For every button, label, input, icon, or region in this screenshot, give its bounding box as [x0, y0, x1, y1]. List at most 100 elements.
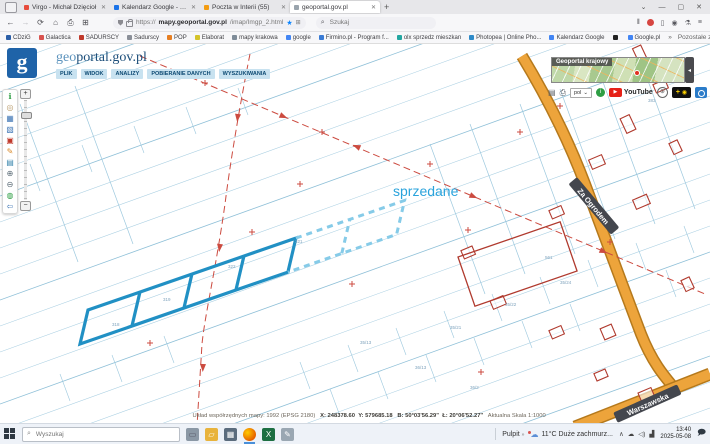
back-icon[interactable]: ← [5, 18, 16, 27]
language-select[interactable]: pol ⌄ [569, 87, 592, 98]
zoom-out-icon[interactable]: ⊖ [4, 179, 16, 190]
bookmark-item[interactable]: mapy krakowa [232, 35, 278, 41]
overview-collapse-button[interactable]: ◂ [685, 57, 694, 83]
geoportal-logo[interactable]: g [7, 48, 37, 78]
menu-widok[interactable]: WIDOK [80, 69, 108, 79]
layers-icon[interactable]: ▤ [4, 157, 16, 168]
bookmark-item[interactable]: SADURSCY [78, 35, 119, 41]
account-icon[interactable]: ◉ [672, 19, 678, 27]
print-map-icon[interactable]: ▣ [4, 135, 16, 146]
bookmarks-overflow-icon[interactable]: » [668, 34, 672, 41]
select-features-icon[interactable]: ▧ [4, 124, 16, 135]
highlighted-parcels[interactable] [77, 198, 407, 347]
zoom-track[interactable] [21, 100, 32, 200]
bookmark-item[interactable]: google [285, 35, 311, 41]
tab-calendar[interactable]: Kalendarz Google - Tydzień, w... ✕ [110, 1, 200, 13]
menu-pobieranie-danych[interactable]: POBIERANIE DANYCH [147, 69, 215, 79]
onedrive-icon[interactable]: ☁ [628, 430, 635, 438]
map-canvas[interactable]: Za Ogrodem Warszawska sprzedane 31831932… [0, 44, 710, 423]
wcag-globe-icon[interactable]: ⊕ [656, 87, 668, 98]
tab-interia[interactable]: Poczta w Interii (55) ✕ [200, 1, 290, 13]
tab-close-icon[interactable]: ✕ [101, 4, 106, 11]
panel-icon[interactable]: ▤ [548, 88, 556, 97]
search-bar[interactable]: ⌕ [315, 16, 436, 29]
zoom-in-button[interactable]: + [20, 89, 31, 99]
forward-icon[interactable]: → [20, 18, 31, 27]
youtube-link[interactable]: ▶ YouTube [608, 88, 653, 97]
menu-plik[interactable]: PLIK [56, 69, 77, 79]
volume-icon[interactable]: ◁) [638, 430, 645, 438]
search-input[interactable] [327, 18, 412, 27]
bookmark-item[interactable]: olx sprzedz mieszkan [396, 35, 461, 41]
app-menu-icon[interactable]: ≡ [698, 19, 702, 26]
bookmark-star-icon[interactable]: ★ [286, 19, 292, 27]
printer-icon[interactable]: ⎙ [560, 88, 566, 98]
previous-view-icon[interactable]: ⇦ [4, 201, 16, 212]
network-icon[interactable]: ▟ [649, 430, 654, 438]
menu-wyszukiwania[interactable]: WYSZUKIWANIA [218, 69, 271, 79]
calculator-icon[interactable]: ▦ [224, 427, 237, 441]
bookmark-item[interactable]: POP [167, 35, 187, 41]
bookmark-item[interactable]: Kalendarz Google [549, 35, 605, 41]
extension-lines-icon[interactable]: ⦀ [637, 19, 640, 27]
accessibility-contrast-button[interactable]: + ◉ [671, 87, 692, 98]
zoom-handle[interactable] [21, 112, 32, 119]
tab-geoportal-active[interactable]: geoportal.gov.pl ✕ [290, 1, 380, 13]
firefox-view-icon[interactable] [5, 1, 17, 13]
start-button[interactable] [4, 428, 16, 440]
desktop-toolbar[interactable]: Pulpit » [502, 431, 524, 438]
weather-widget[interactable]: ☁ 11°C Duże zachmurz... [528, 430, 613, 439]
extension-red-icon[interactable] [646, 19, 654, 26]
draw-icon[interactable]: ✎ [4, 146, 16, 157]
bookmark-item[interactable]: Firmino.pl - Program f... [318, 35, 389, 41]
overview-map[interactable]: Geoportal krajowy [551, 57, 685, 83]
bookmark-item[interactable] [612, 35, 620, 40]
other-bookmarks[interactable]: Pozostałe zakładki [678, 34, 710, 41]
tab-virgo[interactable]: Virgo - Michał Dzięcioł ✕ [20, 1, 110, 13]
bookmark-item[interactable]: Elaborat [194, 35, 224, 41]
taskbar-clock[interactable]: 13:40 2025-05-08 [660, 427, 691, 442]
tab-close-icon[interactable]: ✕ [191, 4, 196, 11]
zoom-out-button[interactable]: − [20, 201, 31, 211]
bookmark-item[interactable]: Google.pl [627, 35, 660, 41]
tab-list-dropdown-icon[interactable]: ⌄ [641, 3, 647, 11]
bookmark-item[interactable]: Galactica [38, 35, 71, 41]
task-view-icon[interactable]: ▭ [186, 427, 199, 441]
hidden-icons-chevron[interactable]: ∧ [619, 430, 624, 438]
info-icon[interactable]: ℹ [4, 91, 16, 102]
highlighted-parcels-pending[interactable] [287, 198, 407, 274]
minimize-button[interactable]: — [659, 4, 666, 11]
save-to-pocket-icon[interactable]: ⊞ [296, 19, 301, 26]
file-explorer-icon[interactable]: ▱ [205, 427, 218, 441]
shield-icon[interactable] [118, 19, 123, 26]
close-button[interactable]: ✕ [696, 3, 702, 11]
menu-analizy[interactable]: ANALIZY [111, 69, 144, 79]
url-bar[interactable]: https://mapy.geoportal.gov.pl/imap/Imgp_… [113, 16, 306, 29]
extensions-icon[interactable]: ⚗ [685, 19, 691, 27]
tab-close-icon[interactable]: ✕ [371, 4, 376, 11]
help-icon[interactable]: i [595, 88, 605, 97]
firefox-icon[interactable] [243, 427, 256, 444]
sidebar-icon[interactable]: ▯ [661, 19, 665, 27]
container-icon[interactable]: ⊞ [80, 18, 91, 27]
attribute-table-icon[interactable]: ▦ [4, 113, 16, 124]
home-icon[interactable]: ⌂ [50, 18, 61, 27]
maximize-button[interactable]: ▢ [678, 3, 685, 11]
print-icon[interactable]: ⎙ [65, 18, 76, 28]
bookmark-item[interactable]: Photopea | Online Pho... [469, 35, 541, 41]
bookmark-item[interactable]: CDziG [6, 35, 31, 41]
identify-icon[interactable]: ◎ [4, 102, 16, 113]
zoom-in-icon[interactable]: ⊕ [4, 168, 16, 179]
camera-icon[interactable] [695, 87, 708, 98]
new-tab-button[interactable]: + [384, 2, 389, 12]
excel-icon[interactable]: X [262, 427, 275, 441]
taskbar-search-input[interactable] [33, 429, 148, 439]
notification-center-icon[interactable]: 🗩 [697, 427, 706, 441]
padlock-icon[interactable] [126, 18, 133, 27]
bookmark-item[interactable]: Sadurscy [127, 35, 159, 41]
tab-close-icon[interactable]: ✕ [281, 4, 286, 11]
reload-icon[interactable]: ⟳ [35, 18, 46, 27]
taskbar-search[interactable]: ⌕ [22, 426, 180, 442]
notes-icon[interactable]: ✎ [281, 427, 294, 441]
full-extent-icon[interactable]: ◍ [4, 190, 16, 201]
